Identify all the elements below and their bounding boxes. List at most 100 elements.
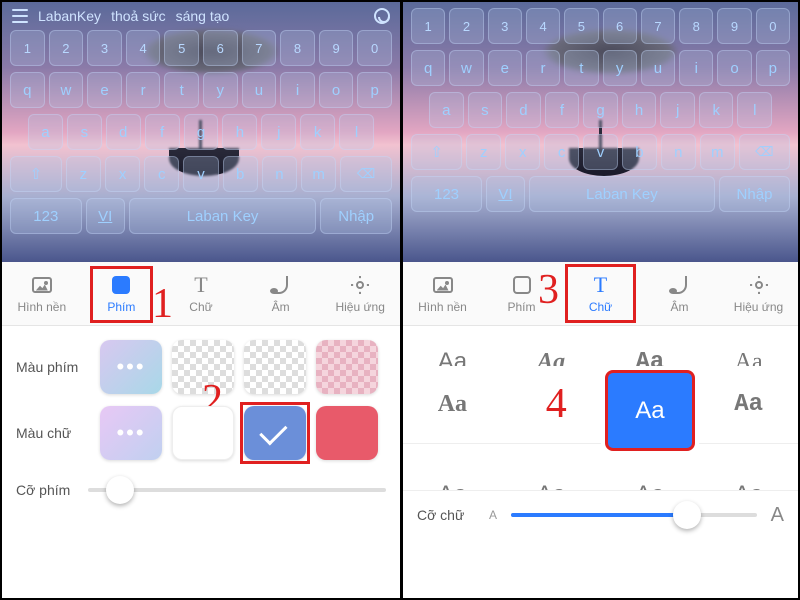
key[interactable]: y — [203, 72, 238, 108]
font-option[interactable]: Aa — [699, 366, 798, 444]
tab-effects[interactable]: Hiệu ứng — [719, 262, 798, 325]
key[interactable]: 9 — [717, 8, 751, 44]
key[interactable]: f — [145, 114, 180, 150]
key[interactable]: w — [449, 50, 483, 86]
key[interactable]: i — [679, 50, 713, 86]
tab-background[interactable]: Hình nền — [2, 262, 82, 325]
key[interactable]: a — [28, 114, 63, 150]
lang-key[interactable]: VI — [486, 176, 525, 212]
key[interactable]: x — [105, 156, 140, 192]
key[interactable]: t — [164, 72, 199, 108]
tab-keys[interactable]: Phím — [82, 262, 162, 325]
key[interactable]: j — [261, 114, 296, 150]
key[interactable]: s — [468, 92, 503, 128]
key[interactable]: s — [67, 114, 102, 150]
key[interactable]: g — [583, 92, 618, 128]
key[interactable]: n — [661, 134, 696, 170]
key[interactable]: 0 — [357, 30, 392, 66]
tab-sound[interactable]: Âm — [640, 262, 719, 325]
key[interactable]: 6 — [203, 30, 238, 66]
key[interactable]: 5 — [164, 30, 199, 66]
key[interactable]: c — [544, 134, 579, 170]
key[interactable]: l — [737, 92, 772, 128]
key[interactable]: e — [488, 50, 522, 86]
swatch-pink[interactable] — [316, 340, 378, 394]
suggestion-word[interactable]: thoả sức — [111, 8, 166, 24]
space-key[interactable]: Laban Key — [129, 198, 317, 234]
key[interactable]: 0 — [756, 8, 790, 44]
key[interactable]: 8 — [280, 30, 315, 66]
font-option[interactable]: Aa — [601, 326, 700, 366]
tab-font[interactable]: T Chữ — [161, 262, 241, 325]
key[interactable]: 4 — [126, 30, 161, 66]
font-option[interactable]: Aa — [403, 326, 502, 366]
key[interactable]: w — [49, 72, 84, 108]
key[interactable]: u — [242, 72, 277, 108]
tab-sound[interactable]: Âm — [241, 262, 321, 325]
key[interactable]: r — [126, 72, 161, 108]
key[interactable]: 5 — [564, 8, 598, 44]
numeric-key[interactable]: 123 — [411, 176, 482, 212]
key[interactable]: h — [222, 114, 257, 150]
key[interactable]: k — [300, 114, 335, 150]
key[interactable]: m — [301, 156, 336, 192]
key[interactable]: v — [583, 134, 618, 170]
key[interactable]: a — [429, 92, 464, 128]
font-option[interactable]: Aa — [502, 326, 601, 366]
enter-key[interactable]: Nhập — [320, 198, 392, 234]
key[interactable]: 1 — [411, 8, 445, 44]
swatch-red[interactable] — [316, 406, 378, 460]
key[interactable]: t — [564, 50, 598, 86]
shift-key[interactable]: ⇧ — [411, 134, 462, 170]
key[interactable]: f — [545, 92, 580, 128]
key[interactable]: x — [505, 134, 540, 170]
key[interactable]: q — [10, 72, 45, 108]
key[interactable]: z — [66, 156, 101, 192]
keysize-slider[interactable] — [88, 476, 386, 504]
backspace-key[interactable]: ⌫ — [739, 134, 790, 170]
key[interactable]: b — [223, 156, 258, 192]
key[interactable]: c — [144, 156, 179, 192]
key[interactable]: 3 — [87, 30, 122, 66]
key[interactable]: p — [357, 72, 392, 108]
lang-key[interactable]: VI — [86, 198, 125, 234]
tab-font[interactable]: T Chữ — [561, 262, 640, 325]
font-option[interactable]: Aa — [403, 366, 502, 444]
key[interactable]: o — [717, 50, 751, 86]
key[interactable]: p — [756, 50, 790, 86]
key[interactable]: z — [466, 134, 501, 170]
swatch-more[interactable]: ••• — [100, 406, 162, 460]
key[interactable]: d — [106, 114, 141, 150]
numeric-key[interactable]: 123 — [10, 198, 82, 234]
key[interactable]: 9 — [319, 30, 354, 66]
key[interactable]: v — [183, 156, 218, 192]
key[interactable]: n — [262, 156, 297, 192]
backspace-key[interactable]: ⌫ — [340, 156, 392, 192]
key[interactable]: h — [622, 92, 657, 128]
key[interactable]: 8 — [679, 8, 713, 44]
fontsize-slider[interactable] — [511, 501, 757, 529]
key[interactable]: y — [603, 50, 637, 86]
key[interactable]: u — [641, 50, 675, 86]
font-option[interactable]: Aa — [403, 456, 502, 490]
font-option[interactable]: Aa — [699, 326, 798, 366]
key[interactable]: d — [506, 92, 541, 128]
font-option[interactable]: Aa — [502, 456, 601, 490]
swatch-blue-selected[interactable] — [244, 406, 306, 460]
tab-background[interactable]: Hình nền — [403, 262, 482, 325]
enter-key[interactable]: Nhập — [719, 176, 790, 212]
key[interactable]: j — [660, 92, 695, 128]
swatch-transparent[interactable] — [172, 340, 234, 394]
key[interactable]: 1 — [10, 30, 45, 66]
key[interactable]: r — [526, 50, 560, 86]
menu-icon[interactable] — [12, 9, 28, 23]
font-option[interactable]: Aa — [601, 456, 700, 490]
shift-key[interactable]: ⇧ — [10, 156, 62, 192]
font-option[interactable]: 4 — [502, 366, 601, 444]
key[interactable]: q — [411, 50, 445, 86]
space-key[interactable]: Laban Key — [529, 176, 715, 212]
key[interactable]: 2 — [49, 30, 84, 66]
key[interactable]: 2 — [449, 8, 483, 44]
font-option-selected[interactable]: Aa — [607, 372, 694, 450]
key[interactable]: o — [319, 72, 354, 108]
